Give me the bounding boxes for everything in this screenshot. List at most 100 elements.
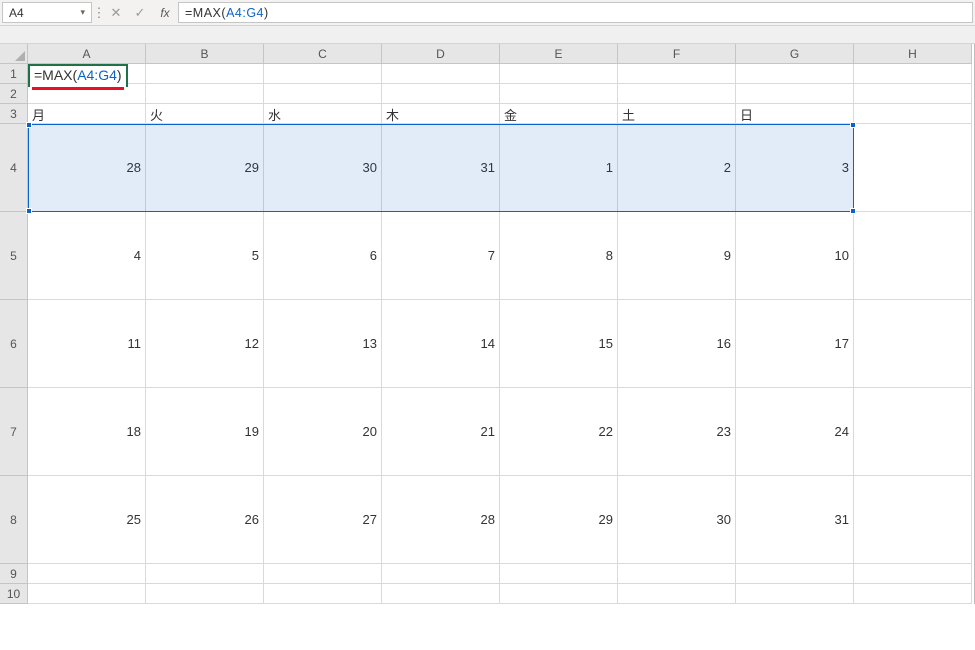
cell[interactable]: 5	[146, 212, 264, 300]
formula-input[interactable]: =MAX(A4:G4)	[178, 2, 973, 23]
cell[interactable]: 11	[28, 300, 146, 388]
cell[interactable]: 31	[382, 124, 500, 212]
cell[interactable]	[854, 584, 972, 604]
cell[interactable]: 4	[28, 212, 146, 300]
cell[interactable]: 25	[28, 476, 146, 564]
cancel-button[interactable]: ✕	[104, 0, 128, 25]
cell[interactable]: 17	[736, 300, 854, 388]
cell[interactable]	[500, 564, 618, 584]
cell[interactable]: 10	[736, 212, 854, 300]
cell[interactable]	[264, 84, 382, 104]
cell[interactable]	[146, 584, 264, 604]
cell[interactable]: =MAX(A4:G4)	[28, 64, 146, 84]
grid[interactable]: ABCDEFGH1=MAX(A4:G4)23月火水木金土日42829303112…	[0, 44, 974, 604]
cell[interactable]: 木	[382, 104, 500, 124]
row-header[interactable]: 10	[0, 584, 28, 604]
row-header[interactable]: 1	[0, 64, 28, 84]
active-cell-editor[interactable]: =MAX(A4:G4)	[28, 64, 128, 87]
cell[interactable]: 28	[382, 476, 500, 564]
select-all-corner[interactable]	[0, 44, 28, 64]
cell[interactable]	[736, 564, 854, 584]
column-header[interactable]: C	[264, 44, 382, 64]
cell[interactable]	[382, 84, 500, 104]
cell[interactable]	[146, 84, 264, 104]
cell[interactable]	[618, 584, 736, 604]
name-box-dropdown-icon[interactable]: ▾	[80, 7, 85, 18]
cell[interactable]	[854, 104, 972, 124]
cell[interactable]: 火	[146, 104, 264, 124]
cell[interactable]: 24	[736, 388, 854, 476]
cell[interactable]	[382, 564, 500, 584]
cell[interactable]	[736, 584, 854, 604]
cell[interactable]: 26	[146, 476, 264, 564]
cell[interactable]: 31	[736, 476, 854, 564]
cell[interactable]	[264, 564, 382, 584]
cell[interactable]: 18	[28, 388, 146, 476]
cell[interactable]	[28, 584, 146, 604]
cell[interactable]: 土	[618, 104, 736, 124]
name-box[interactable]: A4 ▾	[2, 2, 92, 23]
fx-button[interactable]: fx	[152, 0, 178, 25]
cell[interactable]	[736, 84, 854, 104]
row-header[interactable]: 6	[0, 300, 28, 388]
row-header[interactable]: 4	[0, 124, 28, 212]
row-header[interactable]: 2	[0, 84, 28, 104]
cell[interactable]	[854, 300, 972, 388]
cell[interactable]	[500, 84, 618, 104]
cell[interactable]	[264, 64, 382, 84]
confirm-button[interactable]: ✓	[128, 0, 152, 25]
cell[interactable]	[382, 584, 500, 604]
cell[interactable]	[500, 584, 618, 604]
column-header[interactable]: G	[736, 44, 854, 64]
cell[interactable]: 2	[618, 124, 736, 212]
cell[interactable]: 水	[264, 104, 382, 124]
cell[interactable]: 6	[264, 212, 382, 300]
column-header[interactable]: A	[28, 44, 146, 64]
row-header[interactable]: 8	[0, 476, 28, 564]
cell[interactable]: 3	[736, 124, 854, 212]
cell[interactable]: 28	[28, 124, 146, 212]
cell[interactable]	[854, 476, 972, 564]
cell[interactable]	[854, 564, 972, 584]
cell[interactable]: 19	[146, 388, 264, 476]
column-header[interactable]: B	[146, 44, 264, 64]
row-header[interactable]: 9	[0, 564, 28, 584]
cell[interactable]	[28, 564, 146, 584]
cell[interactable]: 日	[736, 104, 854, 124]
row-header[interactable]: 5	[0, 212, 28, 300]
cell[interactable]: 27	[264, 476, 382, 564]
cell[interactable]	[146, 564, 264, 584]
cell[interactable]	[854, 388, 972, 476]
cell[interactable]	[736, 64, 854, 84]
cell[interactable]	[146, 64, 264, 84]
column-header[interactable]: H	[854, 44, 972, 64]
cell[interactable]	[618, 64, 736, 84]
cell[interactable]: 14	[382, 300, 500, 388]
cell[interactable]: 9	[618, 212, 736, 300]
cell[interactable]: 20	[264, 388, 382, 476]
cell[interactable]: 16	[618, 300, 736, 388]
cell[interactable]	[854, 84, 972, 104]
cell[interactable]: 7	[382, 212, 500, 300]
cell[interactable]: 金	[500, 104, 618, 124]
cell[interactable]	[618, 564, 736, 584]
cell[interactable]	[854, 124, 972, 212]
cell[interactable]: 22	[500, 388, 618, 476]
cell[interactable]: 30	[618, 476, 736, 564]
cell[interactable]	[382, 64, 500, 84]
cell[interactable]: 月	[28, 104, 146, 124]
cell[interactable]: 29	[500, 476, 618, 564]
cell[interactable]: 15	[500, 300, 618, 388]
cell[interactable]: 29	[146, 124, 264, 212]
cell[interactable]: 23	[618, 388, 736, 476]
column-header[interactable]: F	[618, 44, 736, 64]
cell[interactable]: 21	[382, 388, 500, 476]
cell[interactable]: 8	[500, 212, 618, 300]
cell[interactable]	[264, 584, 382, 604]
cell[interactable]: 12	[146, 300, 264, 388]
row-header[interactable]: 7	[0, 388, 28, 476]
cell[interactable]	[500, 64, 618, 84]
cell[interactable]	[618, 84, 736, 104]
cell[interactable]	[854, 212, 972, 300]
cell[interactable]: 13	[264, 300, 382, 388]
